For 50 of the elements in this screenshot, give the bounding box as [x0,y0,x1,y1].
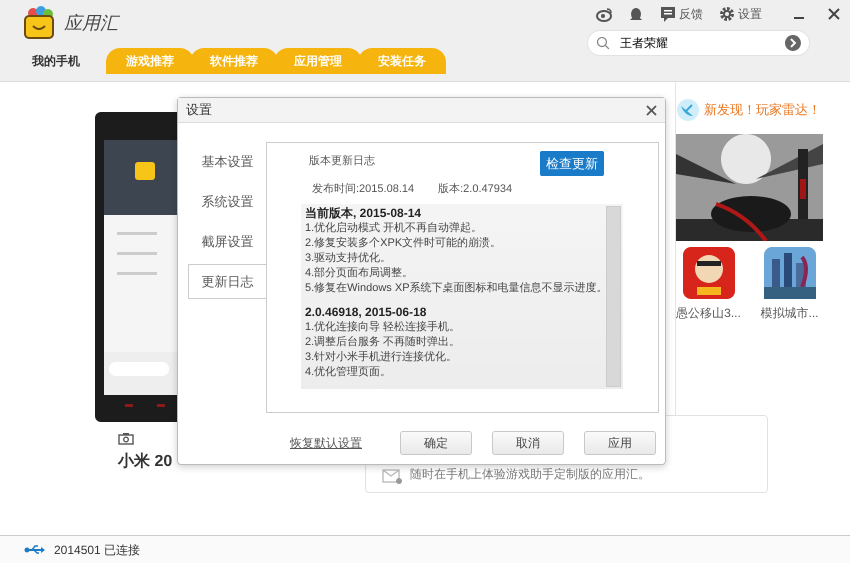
nav-tab[interactable]: 我的手机 [12,48,100,74]
app-name[interactable]: 愚公移山3... [676,304,741,322]
go-icon[interactable] [785,35,801,51]
app-name[interactable]: 模拟城市... [760,304,818,322]
logo-icon [22,5,56,41]
dialog-title: 设置 [186,101,212,120]
dialog-button[interactable]: 确定 [400,431,472,455]
changelog-line: 1.优化启动模式 开机不再自动弹起。 [305,220,484,236]
changelog-line: 3.驱动支持优化。 [305,250,392,266]
comment-icon [660,6,676,22]
changelog-line: 1.优化连接向导 轻松连接手机。 [305,320,462,334]
settings-icon [719,6,735,22]
connection-status: 2014501 已连接 [54,542,140,558]
settings-nav-item[interactable]: 截屏设置 [188,224,266,259]
settings-nav-item[interactable]: 系统设置 [188,184,266,219]
dialog-button[interactable]: 应用 [584,431,656,455]
changelog-line: 4.优化管理页面。 [305,364,392,380]
scrollbar[interactable] [606,206,621,386]
changelog-line: 2.修复安装多个XPK文件时可能的崩溃。 [305,236,502,250]
feedback-button[interactable]: 反馈 [660,5,703,23]
close-button[interactable] [646,104,657,116]
changelog-entry-title: 当前版本, 2015-08-14 [305,206,422,220]
search-input[interactable]: 王者荣耀 [618,33,778,53]
version-label: 版本:2.0.47934 [438,182,512,197]
log-heading: 版本更新日志 [309,154,375,169]
reset-defaults-link[interactable]: 恢复默认设置 [290,434,362,452]
release-date: 发布时间:2015.08.14 [312,182,414,197]
changelog-line: 2.调整后台服务 不再随时弹出。 [305,334,462,350]
envelope-icon [382,468,402,484]
search-icon [596,36,610,50]
usb-icon [24,544,46,554]
close-icon [828,8,840,20]
settings-nav-item[interactable]: 基本设置 [188,144,266,179]
minimize-icon [794,17,804,19]
discover-title: 新发现！玩家雷达！ [704,101,821,120]
search-field[interactable]: 王者荣耀 [587,30,810,56]
promo-text: 随时在手机上体验游戏助手定制版的应用汇。 [410,466,650,483]
settings-button[interactable]: 设置 [719,5,762,23]
check-update-button[interactable]: 检查更新 [540,151,604,176]
changelog-line: 5.修复在Windows XP系统下桌面图标和电量信息不显示进度。 [305,280,609,296]
settings-nav-item[interactable]: 更新日志 [188,264,266,299]
close-icon [646,104,657,116]
device-name: 小米 20 [118,452,174,472]
camera-icon [118,432,134,445]
app-title: 应用汇 [64,12,118,34]
dialog-button[interactable]: 取消 [492,431,564,455]
changelog-entry-title: 2.0.46918, 2015-06-18 [305,304,428,320]
changelog-line: 3.针对小米手机进行连接优化。 [305,350,458,364]
close-button[interactable] [828,8,840,20]
changelog-line: 4.部分页面布局调整。 [305,266,414,280]
